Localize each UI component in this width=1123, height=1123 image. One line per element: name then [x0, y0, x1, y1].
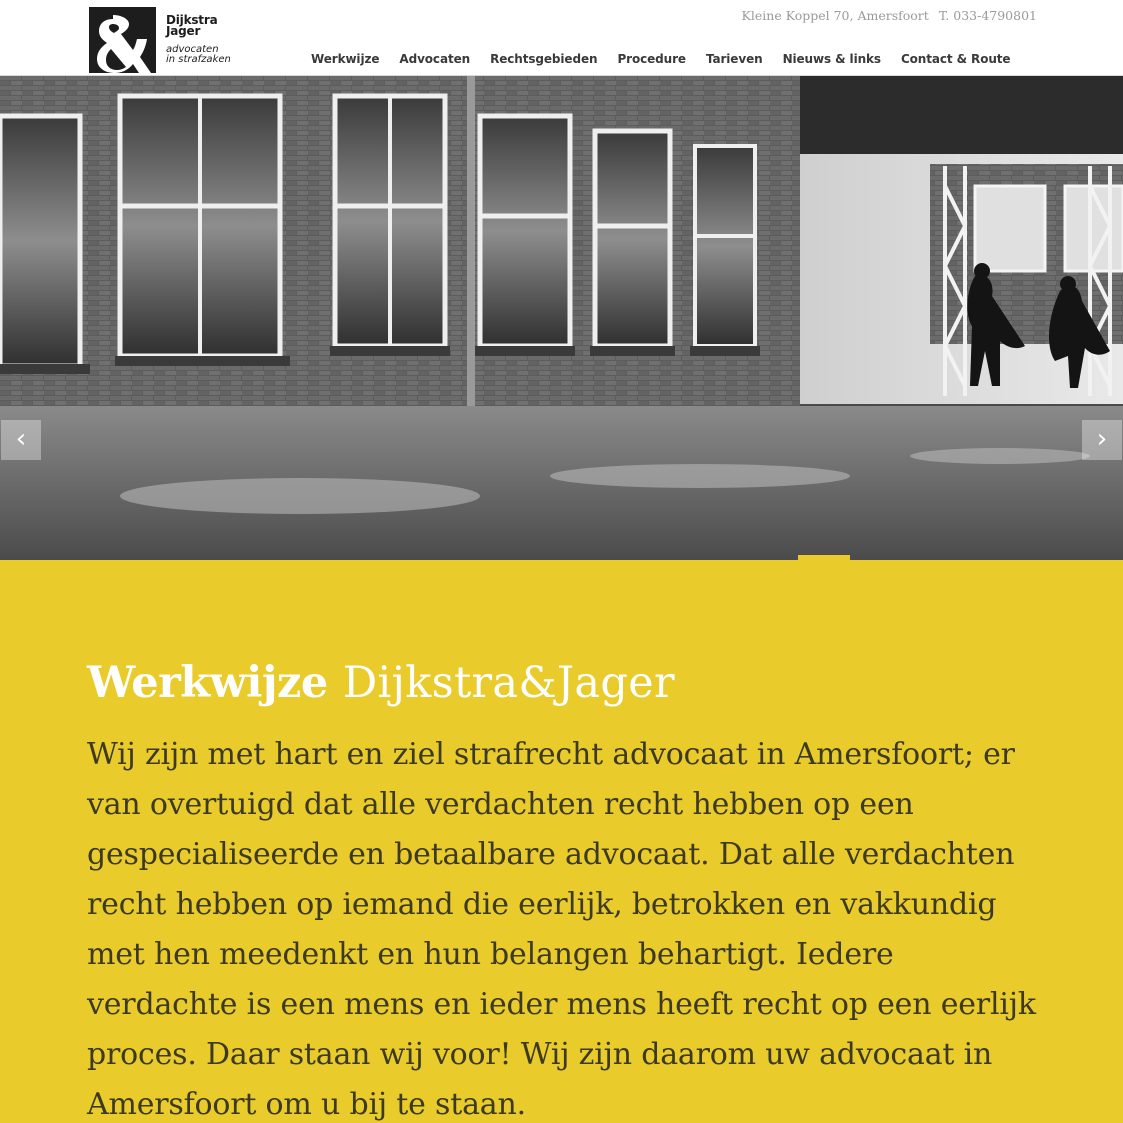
hero-slider: ‹ › — [0, 76, 1123, 560]
page-title: Werkwijze Dijkstra&Jager — [87, 658, 675, 708]
ampersand-logo-icon — [89, 7, 156, 73]
brand-tagline: advocaten in strafzaken — [166, 44, 231, 65]
brand-name: Dijkstra Jager — [166, 13, 218, 38]
nav-item-tarieven[interactable]: Tarieven — [706, 52, 763, 66]
phone-text[interactable]: T. 033-4790801 — [939, 8, 1037, 23]
logo[interactable]: Dijkstra Jager advocaten in strafzaken — [89, 7, 239, 73]
main-content: Werkwijze Dijkstra&Jager Wij zijn met ha… — [0, 560, 1123, 1123]
nav-item-contact-route[interactable]: Contact & Route — [901, 52, 1011, 66]
slider-prev-button[interactable]: ‹ — [1, 420, 41, 460]
contact-info: Kleine Koppel 70, Amersfoort T. 033-47908… — [742, 8, 1037, 23]
page-title-bold: Werkwijze — [87, 658, 328, 708]
chevron-left-icon: ‹ — [15, 424, 27, 454]
intro-paragraph: Wij zijn met hart en ziel strafrecht adv… — [87, 737, 1036, 1122]
address-text: Kleine Koppel 70, Amersfoort — [741, 8, 929, 23]
hero-image — [0, 76, 1123, 560]
main-nav: Werkwijze Advocaten Rechtsgebieden Proce… — [311, 52, 1030, 66]
nav-item-advocaten[interactable]: Advocaten — [399, 52, 470, 66]
page-title-light: Dijkstra&Jager — [342, 658, 675, 708]
site-header: Dijkstra Jager advocaten in strafzaken K… — [0, 0, 1123, 76]
nav-item-werkwijze[interactable]: Werkwijze — [311, 52, 379, 66]
chevron-right-icon: › — [1096, 424, 1108, 454]
slider-next-button[interactable]: › — [1082, 420, 1122, 460]
nav-item-procedure[interactable]: Procedure — [617, 52, 686, 66]
nav-item-nieuws-links[interactable]: Nieuws & links — [783, 52, 881, 66]
nav-item-rechtsgebieden[interactable]: Rechtsgebieden — [490, 52, 597, 66]
